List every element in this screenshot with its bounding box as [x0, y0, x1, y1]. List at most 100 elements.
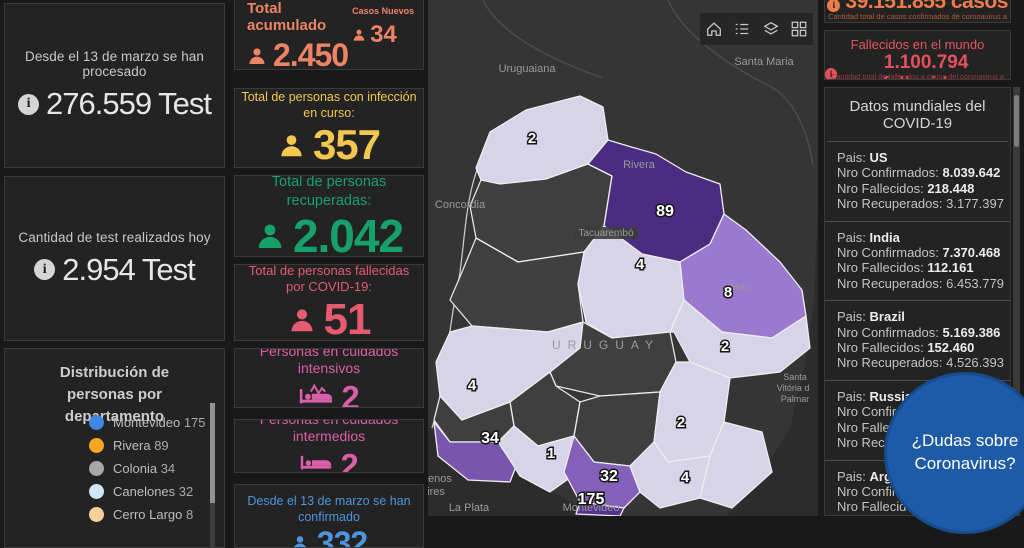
deceased-label: Total de personas fallecidas por COVID-1…	[235, 264, 423, 295]
confirmed-since-label: Desde el 13 de marzo se han confirmado	[235, 485, 423, 525]
world-cases-subtitle: Cantidad total de casos confirmados de c…	[825, 12, 1010, 23]
case-count-marker: 4	[681, 469, 690, 486]
icu-bed-icon	[299, 383, 333, 408]
legend-scrollbar[interactable]	[210, 403, 215, 547]
case-count-marker: 2	[677, 414, 685, 431]
legend-dot	[89, 484, 104, 499]
legend-item[interactable]: Canelones 32	[89, 480, 204, 503]
place-label: enos	[428, 473, 452, 485]
confirmed-since-value: 332	[317, 527, 367, 548]
place-label: ires	[428, 486, 445, 498]
deceased-value: 51	[324, 298, 371, 341]
intermediate-care-label: Personas en cuidados intermedios	[235, 419, 423, 446]
world-deaths-panel: Fallecidos en el mundo i1.100.794 fallec…	[824, 30, 1011, 80]
bubble-line2: Coronavirus?	[914, 453, 1015, 476]
world-cases-panel: i 39.151.855 casos Cantidad total de cas…	[824, 0, 1011, 23]
info-icon[interactable]: i	[18, 94, 39, 115]
place-label: Rivera	[623, 159, 656, 171]
intermediate-care-value: 2	[340, 449, 357, 474]
pie-legend: Montevideo 175 Rivera 89 Colonia 34 Canelon…	[89, 411, 204, 526]
recovered-panel: Total de personas recuperadas: 2.042	[234, 175, 424, 257]
recovered-label: Total de personas recuperadas:	[235, 175, 423, 210]
place-label: Vitória d	[777, 383, 810, 393]
icu-panel: Personas en cuidados intensivos 2	[234, 348, 424, 408]
icu-label: Personas en cuidados intensivos	[235, 348, 423, 378]
country-confirmed: Nro Confirmados: 5.169.386	[837, 325, 1006, 340]
legend-dot	[89, 415, 104, 430]
country-entry: Pais: USNro Confirmados: 8.039.642Nro Fa…	[825, 142, 1010, 222]
legend-label: Rivera 89	[113, 438, 169, 453]
basemap-icon[interactable]	[787, 17, 811, 41]
accumulated-panel: Total acumulado 2.450 personas confirmad…	[234, 0, 424, 70]
legend-item[interactable]: Cerro Largo 8	[89, 503, 204, 526]
country-name: Pais: India	[837, 230, 1006, 245]
tests-today-value: 2.954 Test	[62, 252, 194, 288]
country-confirmed: Nro Confirmados: 7.370.468	[837, 245, 1006, 260]
person-icon	[255, 221, 285, 251]
case-count-marker: 34	[481, 430, 499, 447]
home-icon[interactable]	[702, 17, 726, 41]
new-cases-value: 34	[370, 21, 397, 49]
legend-item[interactable]: Colonia 34	[89, 457, 204, 480]
country-entry: Pais: BrazilNro Confirmados: 5.169.386Nr…	[825, 301, 1010, 381]
tests-processed-panel: Desde el 13 de marzo se han procesado i …	[4, 3, 225, 168]
legend-icon[interactable]	[730, 17, 754, 41]
new-cases-label: Casos Nuevos	[352, 6, 415, 16]
place-label: URUGUAY	[552, 338, 660, 352]
deceased-panel: Total de personas fallecidas por COVID-1…	[234, 264, 424, 341]
intermediate-care-panel: Personas en cuidados intermedios 2	[234, 419, 424, 473]
bubble-line1: ¿Dudas sobre	[912, 430, 1019, 453]
tests-today-panel: Cantidad de test realizados hoy i 2.954 …	[4, 176, 225, 341]
person-icon	[247, 46, 267, 66]
world-scrollbar-thumb[interactable]	[1014, 95, 1019, 147]
place-label: Santa	[783, 372, 807, 382]
place-label: Concordia	[435, 199, 486, 211]
tests-processed-label: Desde el 13 de marzo se han procesado	[5, 49, 224, 79]
place-label: La Plata	[449, 502, 490, 514]
country-entry: Pais: IndiaNro Confirmados: 7.370.468Nro…	[825, 222, 1010, 302]
case-count-marker: 1	[547, 445, 555, 462]
bed-icon	[300, 453, 332, 473]
info-icon[interactable]: i	[827, 0, 840, 12]
legend-item[interactable]: Rivera 89	[89, 434, 204, 457]
legend-item[interactable]: Montevideo 175	[89, 411, 204, 434]
country-name: Pais: Brazil	[837, 309, 1006, 324]
case-count-marker: 89	[656, 203, 674, 220]
country-recovered: Nro Recuperados: 6.453.779	[837, 276, 1006, 291]
case-count-marker: 4	[636, 256, 645, 273]
legend-label: Cerro Largo 8	[113, 507, 193, 522]
country-confirmed: Nro Confirmados: 8.039.642	[837, 165, 1006, 180]
world-data-header: Datos mundiales del COVID-19	[825, 88, 1010, 141]
layers-icon[interactable]	[759, 17, 783, 41]
place-label: Melo	[730, 282, 750, 292]
place-label: Tacuarembó	[578, 228, 633, 239]
country-recovered: Nro Recuperados: 4.526.393	[837, 355, 1006, 370]
legend-scrollbar-thumb[interactable]	[210, 403, 215, 503]
active-cases-label: Total de personas con infección en curso…	[235, 90, 423, 121]
info-icon[interactable]: i	[34, 259, 55, 280]
recovered-value: 2.042	[293, 213, 403, 257]
case-count-marker: 32	[600, 468, 618, 485]
distribution-panel: Distribución de personas por departament…	[4, 348, 225, 548]
active-cases-value: 357	[313, 124, 380, 166]
person-icon	[291, 534, 309, 548]
person-icon	[352, 28, 366, 42]
place-label: Santa Maria	[734, 56, 794, 68]
legend-label: Colonia 34	[113, 461, 175, 476]
country-deaths: Nro Fallecidos: 218.448	[837, 181, 1006, 196]
place-label: Uruguaiana	[499, 63, 557, 75]
case-count-marker: 175	[578, 491, 605, 508]
case-count-marker: 4	[468, 377, 477, 394]
place-label: Palmar	[781, 394, 810, 404]
person-icon	[278, 132, 305, 159]
legend-dot	[89, 438, 104, 453]
country-name: Pais: US	[837, 150, 1006, 165]
case-count-marker: 2	[721, 338, 729, 355]
uruguay-map[interactable]: Uruguaiana Santa Maria Rivera Concordia Tacu…	[428, 0, 818, 516]
country-recovered: Nro Recuperados: 3.177.397	[837, 196, 1006, 211]
country-deaths: Nro Fallecidos: 152.460	[837, 340, 1006, 355]
country-deaths: Nro Fallecidos: 112.161	[837, 260, 1006, 275]
legend-label: Canelones 32	[113, 484, 193, 499]
tests-today-label: Cantidad de test realizados hoy	[18, 230, 210, 245]
case-count-marker: 8	[724, 284, 732, 301]
